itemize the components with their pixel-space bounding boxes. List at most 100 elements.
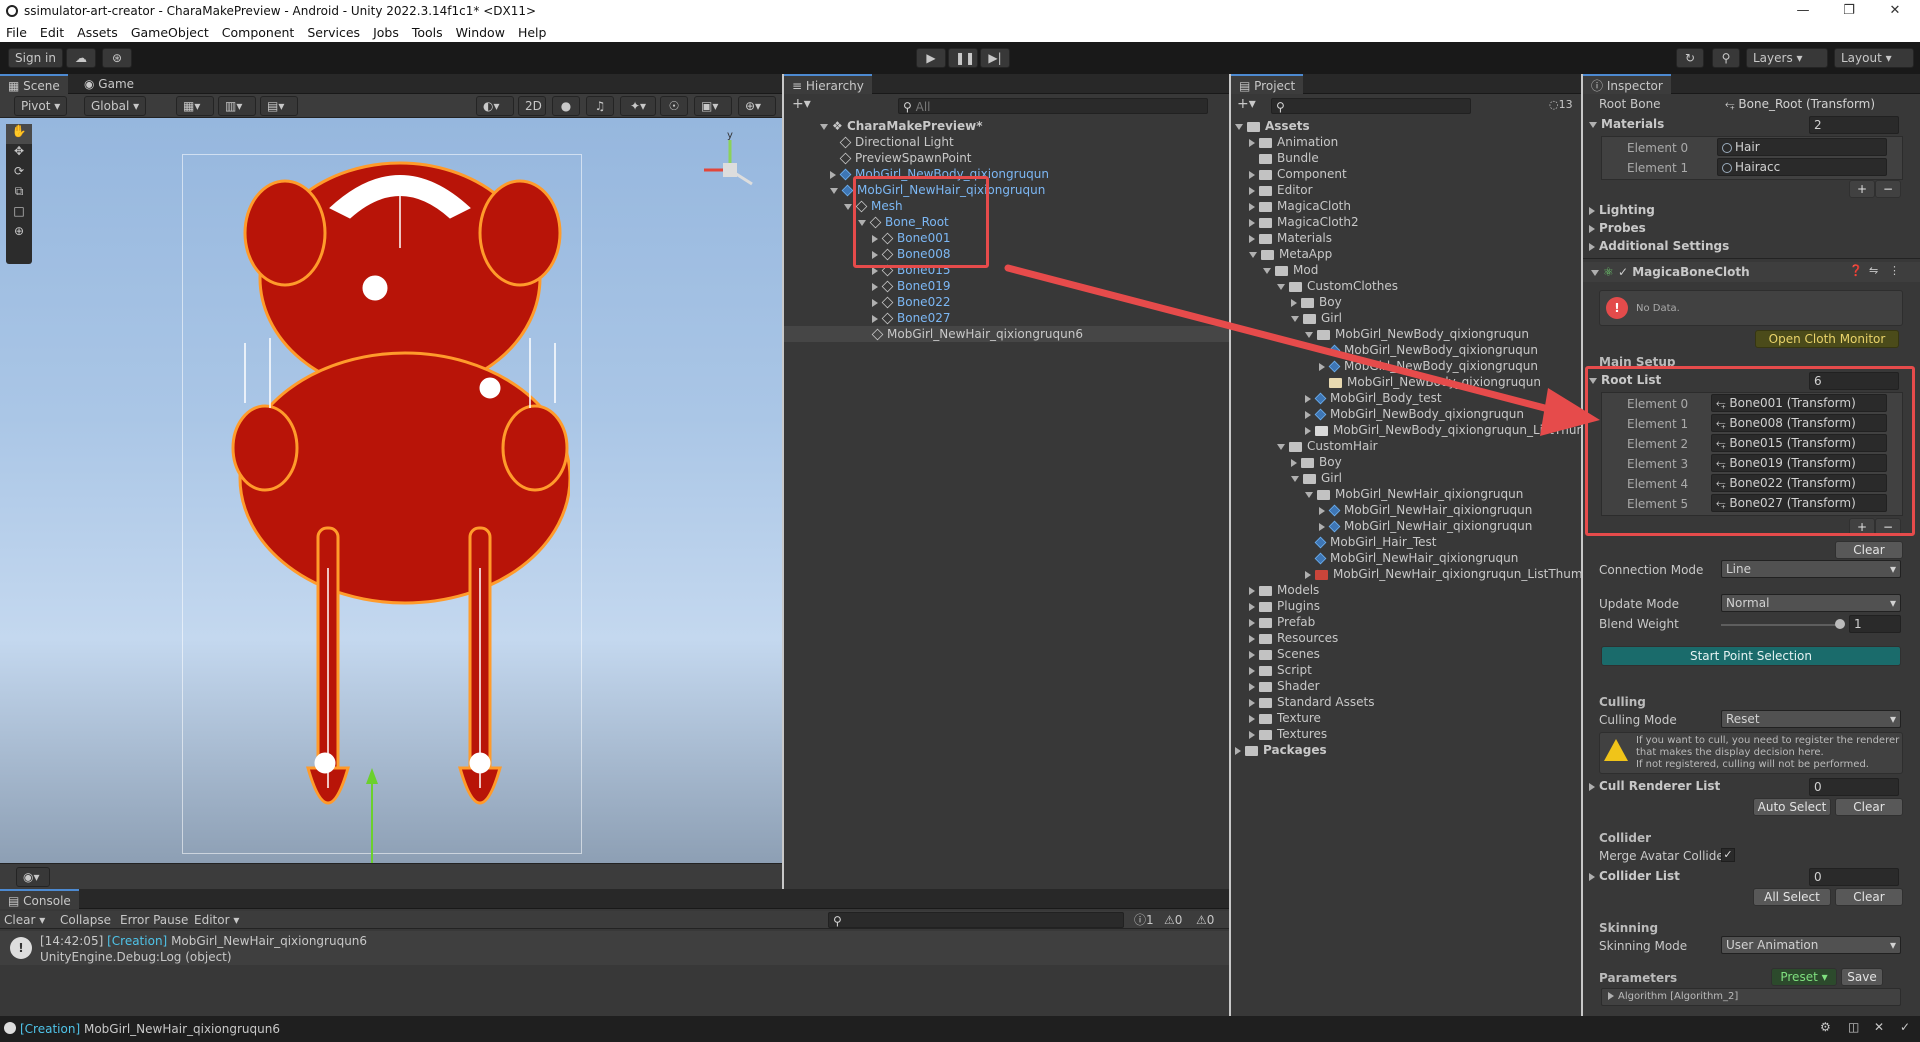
network-icon[interactable]: ✕ bbox=[1874, 1020, 1884, 1034]
global-dropdown[interactable]: Global ▾ bbox=[84, 96, 147, 116]
materials-count-field[interactable]: 2 bbox=[1809, 116, 1899, 134]
materials-header[interactable]: Materials bbox=[1589, 116, 1664, 132]
grid-icon[interactable]: ▥▾ bbox=[218, 96, 256, 116]
transform-tool-icon[interactable]: ⊕ bbox=[6, 224, 32, 244]
hand-tool-icon[interactable]: ✋ bbox=[6, 124, 32, 144]
project-item[interactable]: Girl bbox=[1291, 470, 1342, 486]
project-item[interactable]: Assets bbox=[1235, 118, 1310, 134]
menu-assets[interactable]: Assets bbox=[77, 25, 118, 40]
project-item[interactable]: MobGirl_Body_test bbox=[1305, 390, 1442, 406]
hierarchy-item-selected[interactable]: MobGirl_NewHair_qixiongruqun6 bbox=[784, 326, 1229, 342]
editor-dropdown[interactable]: Editor ▾ bbox=[194, 912, 239, 928]
start-point-selection-button[interactable]: Start Point Selection bbox=[1601, 646, 1901, 666]
component-preset-icon[interactable]: ⇋ bbox=[1869, 264, 1878, 277]
blend-weight-slider[interactable] bbox=[1721, 624, 1841, 626]
blend-weight-field[interactable]: 1 bbox=[1849, 615, 1901, 633]
project-item[interactable]: Standard Assets bbox=[1249, 694, 1374, 710]
error-count[interactable]: ⚠0 bbox=[1196, 912, 1214, 928]
project-item[interactable]: MagicaCloth2 bbox=[1249, 214, 1359, 230]
toggle-2d-button[interactable]: 2D bbox=[518, 96, 546, 116]
remove-element-button[interactable]: − bbox=[1875, 180, 1901, 198]
project-item[interactable]: Boy bbox=[1291, 294, 1342, 310]
auto-select-button[interactable]: Auto Select bbox=[1753, 798, 1831, 816]
warning-count[interactable]: ⚠0 bbox=[1164, 912, 1182, 928]
audio-toggle-icon[interactable]: ♫ bbox=[586, 96, 614, 116]
log-count[interactable]: ⓘ1 bbox=[1134, 912, 1154, 928]
effects-icon[interactable]: ✦▾ bbox=[620, 96, 656, 116]
move-tool-icon[interactable]: ✥ bbox=[6, 144, 32, 164]
collider-list-count-field[interactable]: 0 bbox=[1809, 868, 1899, 886]
history-icon[interactable]: ↻ bbox=[1676, 48, 1704, 68]
search-icon[interactable]: ⚲ bbox=[1712, 48, 1740, 68]
menu-jobs[interactable]: Jobs bbox=[373, 25, 399, 40]
error-pause-toggle[interactable]: Error Pause bbox=[120, 912, 188, 928]
layout-dropdown[interactable]: Layout ▾ bbox=[1834, 48, 1914, 68]
root-bone-field[interactable]: ⥆ Bone_Root (Transform) bbox=[1721, 96, 1897, 114]
tab-game[interactable]: ◉ Game bbox=[76, 74, 142, 94]
project-item[interactable]: Shader bbox=[1249, 678, 1320, 694]
menu-file[interactable]: File bbox=[6, 25, 27, 40]
save-preset-button[interactable]: Save bbox=[1841, 968, 1883, 986]
connection-mode-dropdown[interactable]: Line ▾ bbox=[1721, 560, 1901, 578]
status-check-icon[interactable]: ✓ bbox=[1900, 1020, 1910, 1034]
project-item[interactable]: MobGirl_NewHair_qixiongruqun bbox=[1305, 550, 1518, 566]
collapse-toggle[interactable]: Collapse bbox=[60, 912, 111, 928]
project-item[interactable]: MetaApp bbox=[1249, 246, 1332, 262]
debug-icon[interactable]: ⚙ bbox=[1820, 1020, 1831, 1034]
hierarchy-item[interactable]: Bone027 bbox=[872, 310, 950, 326]
pause-button[interactable]: ❚❚ bbox=[948, 48, 978, 68]
project-item[interactable]: Mod bbox=[1263, 262, 1318, 278]
gizmos-icon[interactable]: ⊕▾ bbox=[738, 96, 776, 116]
menu-window[interactable]: Window bbox=[456, 25, 505, 40]
collab-icon[interactable]: ⊛ bbox=[102, 48, 132, 68]
project-item[interactable]: Prefab bbox=[1249, 614, 1315, 630]
visibility-icon[interactable]: ☉ bbox=[660, 96, 688, 116]
close-icon[interactable]: ✕ bbox=[1872, 0, 1918, 22]
hierarchy-item[interactable]: PreviewSpawnPoint bbox=[839, 150, 972, 166]
console-clear-button[interactable]: Clear ▾ bbox=[4, 912, 45, 928]
menu-edit[interactable]: Edit bbox=[40, 25, 64, 40]
project-item[interactable]: MobGirl_NewHair_qixiongruqun bbox=[1319, 518, 1532, 534]
culling-mode-dropdown[interactable]: Reset ▾ bbox=[1721, 710, 1901, 728]
move-gizmo[interactable] bbox=[360, 768, 384, 863]
project-item[interactable]: Animation bbox=[1249, 134, 1338, 150]
cull-renderer-count-field[interactable]: 0 bbox=[1809, 778, 1899, 796]
tab-console[interactable]: ▤ Console bbox=[0, 889, 79, 909]
algorithm-foldout[interactable]: Algorithm [Algorithm_2] bbox=[1601, 988, 1901, 1006]
project-item[interactable]: Texture bbox=[1249, 710, 1321, 726]
preset-dropdown[interactable]: Preset ▾ bbox=[1771, 968, 1837, 986]
project-item[interactable]: CustomHair bbox=[1277, 438, 1378, 454]
component-help-icon[interactable]: ❓ bbox=[1849, 264, 1863, 277]
material-field[interactable]: Hair bbox=[1717, 138, 1887, 156]
project-item[interactable]: MobGirl_NewBody_qixiongruqun bbox=[1319, 342, 1538, 358]
project-search-input[interactable]: ⚲ bbox=[1271, 98, 1471, 114]
overlay-menu-icon[interactable]: ◉▾ bbox=[16, 867, 50, 887]
sign-in-button[interactable]: Sign in bbox=[8, 48, 63, 68]
project-item[interactable]: MagicaCloth bbox=[1249, 198, 1351, 214]
cloud-icon[interactable]: ☁ bbox=[66, 48, 96, 68]
project-item[interactable]: MobGirl_NewBody_qixiongruqun bbox=[1305, 326, 1529, 342]
clear-root-list-button[interactable]: Clear bbox=[1835, 541, 1903, 559]
hierarchy-item[interactable]: Bone019 bbox=[872, 278, 950, 294]
project-item[interactable]: Girl bbox=[1291, 310, 1342, 326]
cache-icon[interactable]: ◫ bbox=[1848, 1020, 1859, 1034]
all-select-button[interactable]: All Select bbox=[1753, 888, 1831, 906]
probes-header[interactable]: Probes bbox=[1589, 220, 1646, 236]
lighting-header[interactable]: Lighting bbox=[1589, 202, 1655, 218]
project-item[interactable]: Models bbox=[1249, 582, 1319, 598]
project-item[interactable]: MobGirl_NewHair_qixiongruqun bbox=[1319, 502, 1532, 518]
project-item[interactable]: Editor bbox=[1249, 182, 1313, 198]
project-item[interactable]: Bundle bbox=[1249, 150, 1319, 166]
project-item[interactable]: MobGirl_NewBody_qixiongruqun bbox=[1319, 358, 1538, 374]
project-item[interactable]: MobGirl_NewHair_qixiongruqun_ListThumbr bbox=[1305, 566, 1595, 582]
cull-renderer-list-header[interactable]: Cull Renderer List bbox=[1589, 778, 1720, 794]
grid-snap-icon[interactable]: ▦▾ bbox=[176, 96, 214, 116]
tab-scene[interactable]: ▦ Scene bbox=[0, 74, 68, 94]
material-field[interactable]: Hairacc bbox=[1717, 158, 1887, 176]
update-mode-dropdown[interactable]: Normal ▾ bbox=[1721, 594, 1901, 612]
collider-list-header[interactable]: Collider List bbox=[1589, 868, 1680, 884]
project-item[interactable]: Plugins bbox=[1249, 598, 1320, 614]
layers-dropdown[interactable]: Layers ▾ bbox=[1746, 48, 1828, 68]
project-item[interactable]: Boy bbox=[1291, 454, 1342, 470]
console-log-entry[interactable]: ! [14:42:05] [Creation] MobGirl_NewHair_… bbox=[0, 931, 1229, 965]
